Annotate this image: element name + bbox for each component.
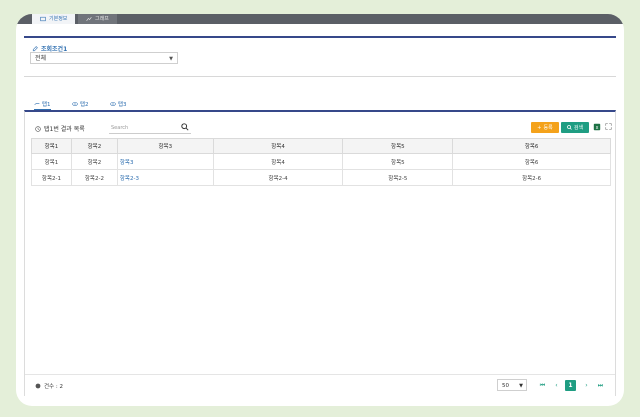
table-row[interactable]: 항목1 항목2 항목3 항목4 항목5 항목6 (31, 153, 611, 170)
table-cell: 항목2-4 (212, 169, 344, 186)
table-cell: 항목2-1 (31, 169, 72, 186)
tab-basic-info-label: 기본정보 (49, 16, 68, 22)
prev-page-button[interactable]: ‹ (551, 380, 562, 391)
first-page-button[interactable]: ⏮ (537, 380, 548, 391)
sub-tab-bar: 탭1 탭2 탭3 (24, 96, 616, 110)
column-header[interactable]: 항목4 (212, 138, 344, 154)
column-header[interactable]: 항목1 (31, 138, 72, 154)
last-page-icon: ⏭ (597, 381, 604, 389)
tab-basic-info[interactable]: 기본정보 (32, 14, 76, 24)
column-header[interactable]: 항목3 (116, 138, 214, 154)
window-icon (40, 16, 46, 22)
table-cell: 항목4 (212, 153, 344, 170)
app-window: 기본정보 그래프 조회조건1 전체 ▼ 탭1 탭2 탭3 탭1번 결과 목록 S… (16, 14, 624, 406)
chevron-down-icon: ▼ (519, 383, 523, 389)
table-footer: 건수 : 2 50 ▼ ⏮ ‹ 1 › ⏭ (25, 374, 615, 399)
info-circle-icon (35, 383, 41, 389)
expand-icon[interactable] (605, 123, 612, 130)
table-cell: 항목6 (452, 153, 611, 170)
page-size-select[interactable]: 50 ▼ (497, 379, 527, 391)
table-cell: 항목2 (70, 153, 118, 170)
page-size-value: 50 (502, 383, 509, 389)
tab-3[interactable]: 탭3 (110, 98, 127, 109)
condition-select[interactable]: 전체 ▼ (30, 52, 178, 64)
condition-select-value: 전체 (35, 55, 47, 62)
results-table: 항목1 항목2 항목3 항목4 항목5 항목6 항목1 항목2 항목3 항목4 (31, 138, 611, 186)
last-page-button[interactable]: ⏭ (595, 380, 606, 391)
plus-icon: + (537, 124, 542, 131)
tab-1-label: 탭1 (42, 101, 51, 108)
chevron-left-icon: ‹ (555, 382, 558, 389)
clock-icon (35, 125, 41, 132)
next-page-button[interactable]: › (581, 380, 592, 391)
results-title: 탭1번 결과 목록 (35, 124, 85, 133)
table-cell: 항목2-6 (452, 169, 611, 186)
row-count: 건수 : 2 (35, 382, 63, 390)
eye-icon (110, 101, 116, 106)
chevron-right-icon: › (585, 382, 588, 389)
tab-graph[interactable]: 그래프 (78, 14, 117, 24)
table-cell: 항목2-2 (70, 169, 118, 186)
chart-line-icon (86, 17, 92, 21)
table-cell-link[interactable]: 항목3 (116, 153, 214, 170)
column-header[interactable]: 항목5 (342, 138, 454, 154)
table-cell: 항목5 (342, 153, 454, 170)
column-header[interactable]: 항목6 (452, 138, 611, 154)
svg-text:x: x (596, 126, 599, 131)
search-button[interactable]: 검색 (561, 122, 589, 133)
add-button-label: 등록 (543, 125, 553, 131)
excel-icon[interactable]: x (593, 123, 601, 131)
edit-icon (32, 45, 38, 51)
tab-2[interactable]: 탭2 (72, 98, 89, 109)
chevron-down-icon: ▼ (169, 56, 173, 62)
results-panel: 탭1번 결과 목록 Search + 등록 검색 x 항목1 항목2 항목3 항… (24, 110, 616, 396)
tab-graph-label: 그래프 (95, 16, 109, 22)
table-cell-link[interactable]: 항목2-3 (116, 169, 214, 186)
main-tab-bar: 기본정보 그래프 (16, 14, 624, 24)
eye-icon (72, 101, 78, 106)
search-icon (567, 125, 572, 130)
tab-1[interactable]: 탭1 (34, 98, 51, 110)
table-row[interactable]: 항목2-1 항목2-2 항목2-3 항목2-4 항목2-5 항목2-6 (31, 169, 611, 186)
first-page-icon: ⏮ (539, 381, 546, 389)
tab-3-label: 탭3 (118, 101, 127, 108)
results-title-text: 탭1번 결과 목록 (44, 126, 85, 133)
chart-line-icon (34, 102, 40, 105)
column-header[interactable]: 항목2 (70, 138, 118, 154)
row-count-label: 건수 : 2 (44, 384, 63, 390)
main-content: 조회조건1 전체 ▼ 탭1 탭2 탭3 탭1번 결과 목록 Search + 등… (24, 24, 616, 396)
search-icon[interactable] (181, 123, 189, 131)
search-input[interactable]: Search (109, 123, 191, 134)
search-condition-panel: 조회조건1 전체 ▼ (24, 36, 616, 77)
table-header-row: 항목1 항목2 항목3 항목4 항목5 항목6 (31, 138, 611, 154)
tab-2-label: 탭2 (80, 101, 89, 108)
table-cell: 항목1 (31, 153, 72, 170)
add-button[interactable]: + 등록 (531, 122, 559, 133)
table-cell: 항목2-5 (342, 169, 454, 186)
search-button-label: 검색 (573, 125, 584, 131)
page-number-button[interactable]: 1 (565, 380, 576, 391)
